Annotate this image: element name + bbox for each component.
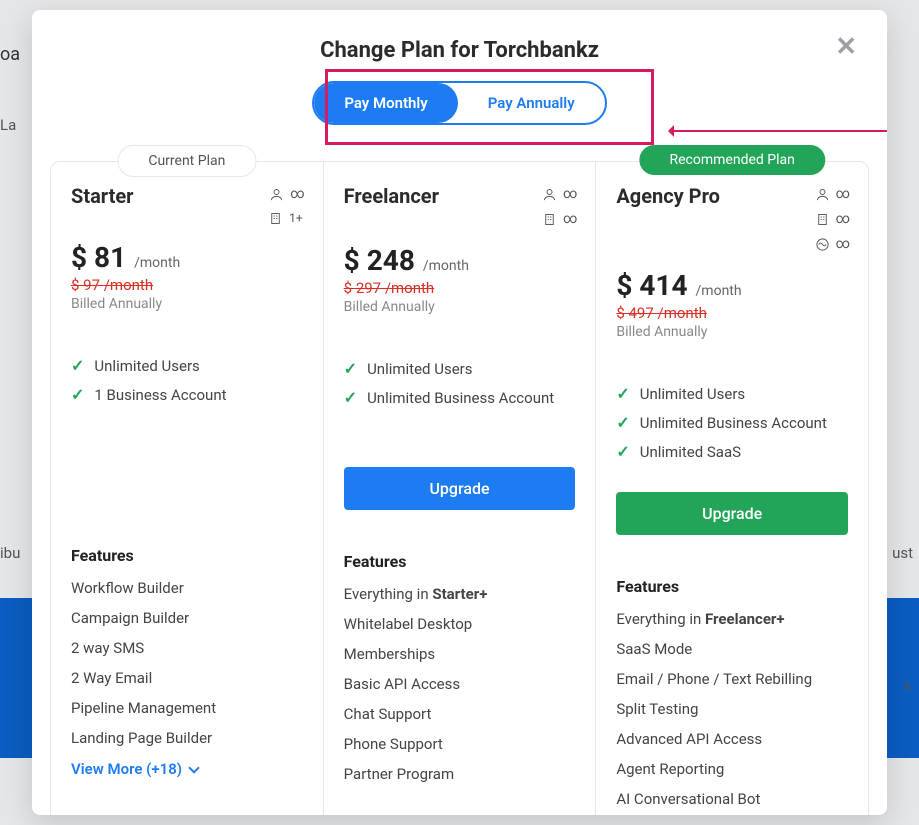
features-heading: Features [616, 577, 848, 596]
check-icon: ✓ [344, 388, 357, 407]
building-icon [815, 212, 830, 227]
infinity-icon: ∞ [836, 209, 848, 230]
building-icon [268, 211, 283, 226]
building-icon [542, 212, 557, 227]
close-button[interactable]: ✕ [835, 32, 857, 62]
plan-bullet: 1 Business Account [94, 386, 226, 404]
feature-item: Chat Support [344, 705, 576, 723]
infinity-icon: ∞ [563, 209, 575, 230]
infinity-icon: ∞ [563, 184, 575, 205]
feature-item: Email / Phone / Text Rebilling [616, 670, 848, 688]
feature-item: Agent Reporting [616, 760, 848, 778]
feature-item: Split Testing [616, 700, 848, 718]
check-icon: ✓ [344, 359, 357, 378]
feature-item: Landing Page Builder [71, 729, 303, 747]
bg-text: ust [892, 544, 913, 562]
plan-agency-pro: Recommended Plan Agency Pro ∞ ∞ ∞ [595, 162, 868, 815]
feature-item: Basic API Access [344, 675, 576, 693]
plan-price-note: Billed Annually [616, 324, 848, 340]
plan-freelancer: Freelancer ∞ ∞ $ 248 /month $ 297 /month… [323, 162, 596, 815]
feature-item: Everything in Freelancer+ [616, 610, 848, 628]
plans-container: Current Plan Starter ∞ 1+ $ 81 /month [50, 161, 869, 815]
plan-meta-icons: ∞ ∞ ∞ [815, 184, 848, 259]
check-icon: ✓ [71, 385, 84, 404]
plan-price-per: /month [423, 258, 469, 274]
view-more-link[interactable]: View More (+18) [71, 760, 198, 778]
user-icon [815, 187, 830, 202]
pay-monthly-button[interactable]: Pay Monthly [314, 83, 457, 123]
feature-item: Advanced API Access [616, 730, 848, 748]
plan-price: $ 248 [344, 244, 415, 277]
feature-item: 2 way SMS [71, 639, 303, 657]
bg-text: oa [0, 44, 20, 65]
bg-text: s [903, 676, 911, 694]
chevron-down-icon [188, 762, 199, 773]
plan-starter: Current Plan Starter ∞ 1+ $ 81 /month [51, 162, 323, 815]
plan-price: $ 414 [616, 269, 687, 302]
user-icon [542, 187, 557, 202]
close-icon: ✕ [835, 32, 857, 62]
feature-item: Memberships [344, 645, 576, 663]
plan-price-note: Billed Annually [344, 299, 576, 315]
plan-price-per: /month [696, 283, 742, 299]
feature-item: Everything in Starter+ [344, 585, 576, 603]
features-heading: Features [71, 546, 303, 565]
feature-item: Partner Program [344, 765, 576, 783]
infinity-icon: ∞ [836, 234, 848, 255]
plan-price-per: /month [134, 255, 180, 271]
plan-price-old: $ 97 /month [71, 276, 303, 294]
billing-toggle: Pay Monthly Pay Annually [312, 81, 606, 125]
bg-text: La [0, 116, 16, 134]
pay-annually-button[interactable]: Pay Annually [458, 83, 605, 123]
check-icon: ✓ [71, 356, 84, 375]
infinity-icon: ∞ [290, 184, 302, 205]
plan-bullet: Unlimited Users [640, 385, 745, 403]
plan-bullet: Unlimited Users [94, 357, 199, 375]
plan-name: Starter [71, 184, 134, 208]
plan-bullet: Unlimited Users [367, 360, 472, 378]
features-heading: Features [344, 552, 576, 571]
plan-bullet: Unlimited Business Account [640, 414, 827, 432]
saas-icon [815, 237, 830, 252]
check-icon: ✓ [616, 413, 629, 432]
feature-item: SaaS Mode [616, 640, 848, 658]
plan-price-note: Billed Annually [71, 296, 303, 312]
feature-item: 2 Way Email [71, 669, 303, 687]
check-icon: ✓ [616, 442, 629, 461]
plan-meta-icons: ∞ ∞ [542, 184, 575, 234]
current-plan-badge: Current Plan [117, 145, 256, 177]
user-icon [269, 187, 284, 202]
plan-price-old: $ 497 /month [616, 304, 848, 322]
business-count: 1+ [289, 209, 303, 227]
feature-item: Whitelabel Desktop [344, 615, 576, 633]
plan-price: $ 81 [71, 241, 126, 274]
bg-text: ibu [0, 544, 20, 562]
annotation-arrow [672, 130, 887, 132]
upgrade-button[interactable]: Upgrade [344, 467, 576, 510]
recommended-plan-badge: Recommended Plan [640, 145, 825, 175]
plan-name: Agency Pro [616, 184, 720, 208]
modal-title: Change Plan for Torchbankz [50, 38, 869, 63]
feature-item: Workflow Builder [71, 579, 303, 597]
feature-item: AI Conversational Bot [616, 790, 848, 808]
view-more-label: View More (+18) [71, 760, 182, 778]
feature-item: Pipeline Management [71, 699, 303, 717]
change-plan-modal: Change Plan for Torchbankz ✕ Pay Monthly… [32, 10, 887, 815]
upgrade-button[interactable]: Upgrade [616, 492, 848, 535]
plan-name: Freelancer [344, 184, 439, 208]
plan-price-old: $ 297 /month [344, 279, 576, 297]
feature-item: Phone Support [344, 735, 576, 753]
plan-bullet: Unlimited Business Account [367, 389, 554, 407]
check-icon: ✓ [616, 384, 629, 403]
plan-meta-icons: ∞ 1+ [268, 184, 303, 231]
infinity-icon: ∞ [836, 184, 848, 205]
plan-bullet: Unlimited SaaS [640, 443, 741, 461]
feature-item: Campaign Builder [71, 609, 303, 627]
